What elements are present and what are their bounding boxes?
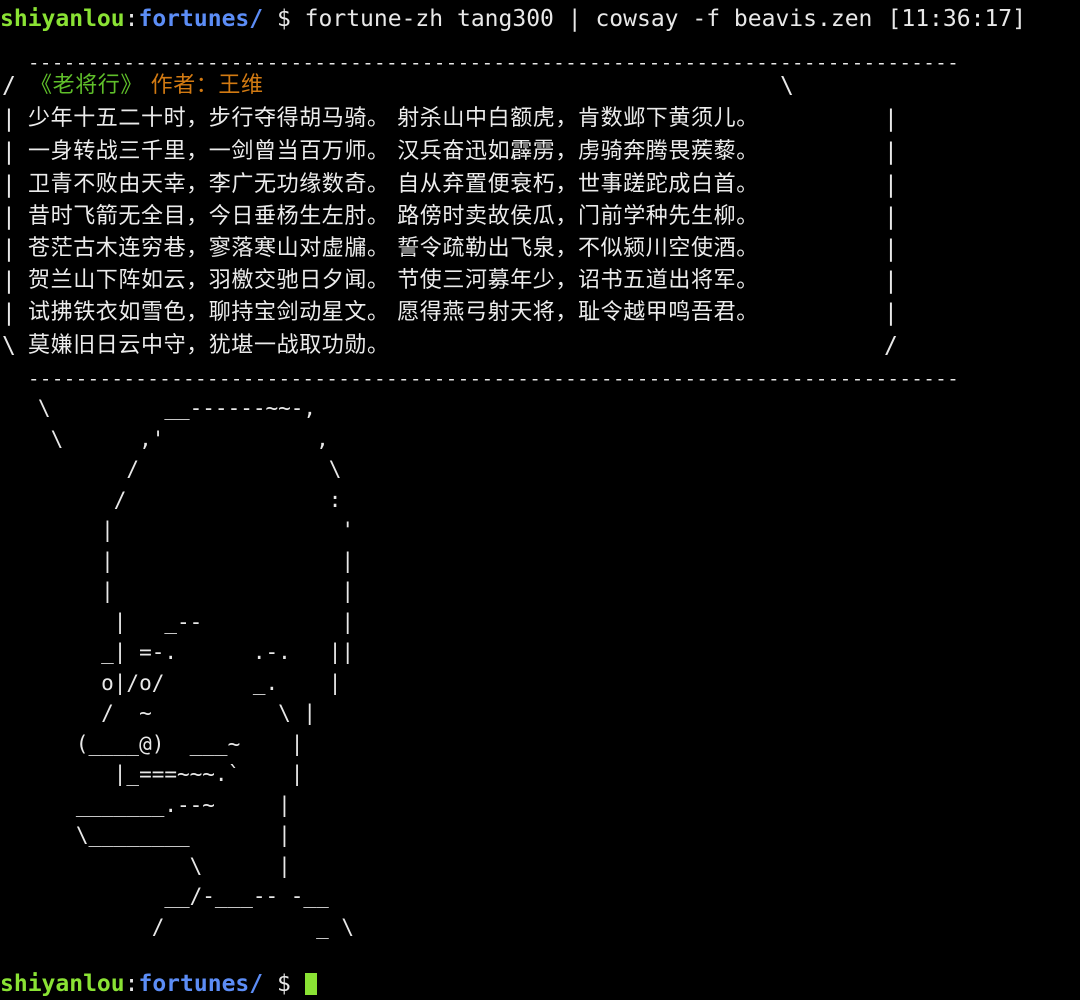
terminal-cursor[interactable] <box>304 973 317 995</box>
bubble-edge-right: | <box>884 300 898 326</box>
prompt-colon: : <box>124 971 139 997</box>
prompt-colon: : <box>124 6 139 32</box>
bubble-edge-left: / <box>2 73 16 99</box>
prompt-user-host: shiyanlou <box>0 6 125 32</box>
bubble-edge-right: \ <box>780 73 794 99</box>
prompt-directory: fortunes/ <box>138 971 264 997</box>
ascii-art-figure: \ __------~~-, \ ,' , / \ / : | ' | | | … <box>37 396 355 939</box>
bubble-edge-left: | <box>2 106 16 132</box>
bubble-edge-left: | <box>2 236 16 262</box>
bubble-edge-left: | <box>2 204 16 230</box>
clock-timestamp: [11:36:17] <box>887 6 1026 32</box>
poem-line: 一身转战三千里，一剑曾当百万师。 汉兵奋迅如霹雳，虏骑奔腾畏蒺藜。 <box>28 139 759 164</box>
bubble-bottom-border: ----------------------------------------… <box>16 368 960 390</box>
bubble-edge-left: | <box>2 268 16 294</box>
command-line: shiyanlou:fortunes/ $ fortune-zh tang300… <box>0 3 872 35</box>
bubble-edge-right: | <box>884 268 898 294</box>
poem-line: 卫青不败由天幸，李广无功缘数奇。 自从弃置便衰朽，世事蹉跎成白首。 <box>28 172 759 197</box>
command-text: fortune-zh tang300 | cowsay -f beavis.ze… <box>304 6 873 32</box>
prompt-user-host: shiyanlou <box>0 971 125 997</box>
poem-line: 昔时飞箭无全目，今日垂杨生左肘。 路傍时卖故侯瓜，门前学种先生柳。 <box>28 204 759 229</box>
bubble-edge-right: / <box>884 333 898 359</box>
bubble-edge-right: | <box>884 204 898 230</box>
poem-line: 莫嫌旧日云中守，犹堪一战取功勋。 <box>28 333 390 358</box>
bubble-edge-right: | <box>884 236 898 262</box>
prompt-dollar: $ <box>263 6 305 32</box>
poem-line: 少年十五二十时，步行夺得胡马骑。 射杀山中白额虎，肯数邺下黄须儿。 <box>28 106 759 131</box>
terminal-window[interactable]: shiyanlou:fortunes/ $ fortune-zh tang300… <box>0 0 1080 997</box>
prompt-directory: fortunes/ <box>138 6 264 32</box>
bubble-edge-left: | <box>2 172 16 198</box>
bubble-edge-left: \ <box>2 333 16 359</box>
bubble-edge-left: | <box>2 300 16 326</box>
poem-line: 试拂铁衣如雪色，聊持宝剑动星文。 愿得燕弓射天将，耻令越甲鸣吾君。 <box>28 300 759 325</box>
poem-line: 贺兰山下阵如云，羽檄交驰日夕闻。 节使三河募年少，诏书五道出将军。 <box>28 268 759 293</box>
bubble-edge-right: | <box>884 106 898 132</box>
bubble-edge-right: | <box>884 139 898 165</box>
poem-heading: 《老将行》 作者：王维 <box>30 70 264 102</box>
bottom-prompt-line[interactable]: shiyanlou:fortunes/ $ <box>0 968 317 1000</box>
bubble-edge-right: | <box>884 172 898 198</box>
bubble-edge-left: | <box>2 139 16 165</box>
poem-author: 作者：王维 <box>150 73 264 98</box>
prompt-dollar: $ <box>263 971 305 997</box>
poem-title: 《老将行》 <box>30 73 144 98</box>
poem-line: 苍茫古木连穷巷，寥落寒山对虚牖。 誓令疏勒出飞泉，不似颍川空使酒。 <box>28 236 759 261</box>
